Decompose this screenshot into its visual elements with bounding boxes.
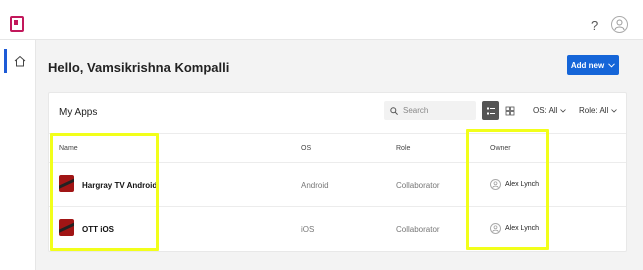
app-role: Collaborator [396, 181, 440, 190]
column-header-role[interactable]: Role [396, 145, 410, 152]
app-role: Collaborator [396, 225, 440, 234]
divider [49, 162, 626, 163]
app-owner: Alex Lynch [490, 179, 539, 190]
search-icon [390, 106, 398, 115]
my-apps-title: My Apps [59, 107, 98, 118]
grid-view-button[interactable] [501, 101, 518, 120]
user-avatar[interactable] [611, 16, 628, 33]
add-new-button[interactable]: Add new [567, 55, 619, 75]
app-center-logo-icon[interactable] [10, 16, 24, 32]
chevron-down-icon [611, 108, 618, 113]
sidebar [0, 40, 36, 270]
search-input[interactable] [403, 106, 473, 115]
os-filter-dropdown[interactable]: OS: All [533, 106, 567, 115]
app-name[interactable]: OTT iOS [82, 225, 114, 234]
app-icon [59, 219, 74, 236]
main-content: Hello, Vamsikrishna Kompalli Add new My … [36, 40, 643, 270]
os-filter-label: OS: All [533, 106, 558, 115]
chevron-down-icon [560, 108, 567, 113]
role-filter-label: Role: All [579, 106, 609, 115]
person-icon [614, 19, 625, 31]
list-view-icon [486, 107, 495, 114]
search-box[interactable] [384, 101, 476, 120]
role-filter-dropdown[interactable]: Role: All [579, 106, 618, 115]
add-new-label: Add new [570, 60, 605, 70]
owner-avatar-icon [490, 179, 501, 190]
divider [49, 133, 626, 134]
sidebar-item-home[interactable] [4, 49, 32, 73]
owner-name: Alex Lynch [505, 181, 539, 188]
grid-view-icon [505, 106, 514, 115]
divider [49, 206, 626, 207]
top-bar: ? [0, 0, 643, 40]
column-header-owner[interactable]: Owner [490, 145, 511, 152]
column-header-os[interactable]: OS [301, 145, 311, 152]
app-os: Android [301, 181, 329, 190]
list-view-button[interactable] [482, 101, 499, 120]
app-name[interactable]: Hargray TV Android [82, 181, 157, 190]
page-title: Hello, Vamsikrishna Kompalli [48, 60, 230, 75]
owner-avatar-icon [490, 223, 501, 234]
app-os: iOS [301, 225, 315, 234]
home-icon [14, 55, 25, 67]
app-owner: Alex Lynch [490, 223, 539, 234]
app-icon [59, 175, 74, 192]
my-apps-card: My Apps OS: All [48, 92, 627, 252]
owner-name: Alex Lynch [505, 225, 539, 232]
help-icon[interactable]: ? [591, 18, 598, 33]
chevron-down-icon [608, 62, 616, 68]
column-header-name[interactable]: Name [59, 145, 78, 152]
